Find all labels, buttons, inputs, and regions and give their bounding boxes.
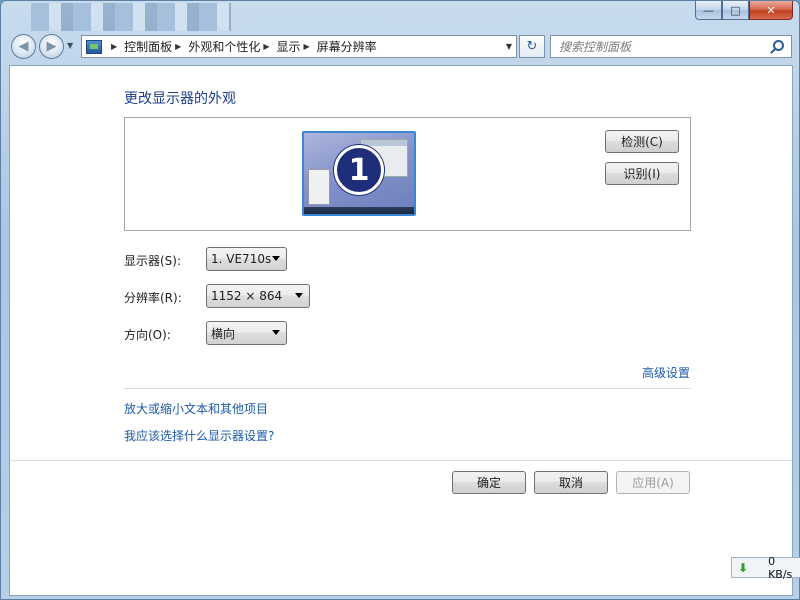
breadcrumb-appearance[interactable]: 外观和个性化 <box>188 38 260 55</box>
search-icon[interactable] <box>773 40 784 51</box>
close-button[interactable]: ✕ <box>749 1 793 20</box>
download-speed-text: 0 KB/s <box>768 554 793 581</box>
footer-divider <box>10 460 792 461</box>
display-select-value: 1. VE710s <box>211 252 272 266</box>
address-history-dropdown-icon[interactable]: ▼ <box>506 42 512 51</box>
detect-button[interactable]: 检测(C) <box>605 130 679 153</box>
dropdown-arrow-icon <box>272 256 280 261</box>
display-label: 显示器(S): <box>124 254 182 268</box>
advanced-settings-link[interactable]: 高级设置 <box>642 364 690 381</box>
window-frame: — □ ✕ ◀ ▶ ▼ ▶ 控制面板 ▶ 外观和个性化 ▶ 显示 ▶ 屏幕分辨率… <box>0 0 800 600</box>
title-bar-buttons: — □ ✕ <box>695 1 793 20</box>
back-arrow-icon: ◀ <box>18 39 29 54</box>
display-preview-area: 1 检测(C) 识别(I) <box>124 117 691 231</box>
monitor-taskbar <box>304 207 414 214</box>
breadcrumb-screen-resolution[interactable]: 屏幕分辨率 <box>317 38 377 55</box>
resolution-select-value: 1152 × 864 <box>211 289 283 303</box>
orientation-select[interactable]: 横向 <box>206 321 287 345</box>
cancel-button[interactable]: 取消 <box>534 471 608 494</box>
dropdown-arrow-icon <box>295 293 303 298</box>
search-box[interactable] <box>550 35 792 58</box>
monitor-window-thumbnail <box>308 169 330 205</box>
monitor-1-thumbnail[interactable]: 1 <box>302 131 416 216</box>
recent-pages-dropdown-icon[interactable]: ▼ <box>67 41 73 50</box>
apply-button[interactable]: 应用(A) <box>616 471 690 494</box>
minimize-button[interactable]: — <box>695 1 722 20</box>
display-select[interactable]: 1. VE710s <box>206 247 287 271</box>
control-panel-icon <box>86 39 102 54</box>
glass-background-art <box>31 3 231 31</box>
breadcrumb-separator-icon[interactable]: ▶ <box>263 42 269 51</box>
breadcrumb-control-panel[interactable]: 控制面板 <box>124 38 172 55</box>
dropdown-arrow-icon <box>272 330 280 335</box>
resolution-label: 分辨率(R): <box>124 291 182 305</box>
breadcrumb-display[interactable]: 显示 <box>277 38 301 55</box>
refresh-button[interactable]: ↻ <box>519 35 545 58</box>
text-size-link[interactable]: 放大或缩小文本和其他项目 <box>124 400 268 417</box>
orientation-select-value: 横向 <box>211 326 236 341</box>
breadcrumb-separator-icon[interactable]: ▶ <box>111 42 117 51</box>
refresh-icon: ↻ <box>526 39 538 54</box>
ok-button[interactable]: 确定 <box>452 471 526 494</box>
monitor-number-badge: 1 <box>334 145 384 195</box>
content-pane: 更改显示器的外观 1 检测(C) 识别(I) 显示器(S): 1. VE710s… <box>9 65 793 596</box>
maximize-button[interactable]: □ <box>722 1 749 20</box>
download-arrow-icon: ⬇ <box>738 560 749 575</box>
download-speed-widget: ⬇ 0 KB/s <box>731 554 800 581</box>
address-bar[interactable]: ▶ 控制面板 ▶ 外观和个性化 ▶ 显示 ▶ 屏幕分辨率 ▼ <box>81 35 517 58</box>
which-settings-link[interactable]: 我应该选择什么显示器设置? <box>124 427 274 444</box>
breadcrumb-separator-icon[interactable]: ▶ <box>304 42 310 51</box>
orientation-label: 方向(O): <box>124 328 171 342</box>
search-input[interactable] <box>559 39 759 54</box>
forward-button[interactable]: ▶ <box>39 34 64 59</box>
breadcrumb-separator-icon[interactable]: ▶ <box>175 42 181 51</box>
page-title: 更改显示器的外观 <box>124 91 236 107</box>
identify-button[interactable]: 识别(I) <box>605 162 679 185</box>
section-divider <box>124 388 691 389</box>
resolution-select[interactable]: 1152 × 864 <box>206 284 310 308</box>
back-button[interactable]: ◀ <box>11 34 36 59</box>
forward-arrow-icon: ▶ <box>46 39 57 54</box>
